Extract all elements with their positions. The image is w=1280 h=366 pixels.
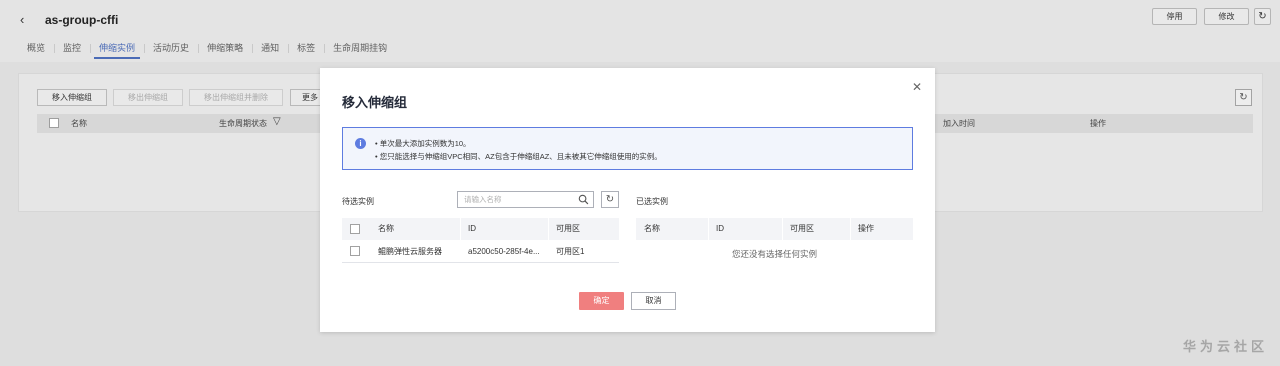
tab-monitoring[interactable]: 监控 — [54, 38, 90, 60]
tab-activity-history[interactable]: 活动历史 — [144, 38, 198, 60]
dialog-refresh-icon[interactable]: ↻ — [601, 191, 619, 208]
empty-message: 您还没有选择任何实例 — [731, 249, 817, 259]
dialog-title: 移入伸缩组 — [342, 95, 408, 110]
tab-instances[interactable]: 伸缩实例 — [90, 38, 144, 60]
info-line-1: 单次最大添加实例数为10。 — [375, 138, 471, 149]
available-instances-table: 名称 ID 可用区 鲲鹏弹性云服务器 a5200c50-285f-4e... 可… — [342, 218, 619, 263]
available-instances-label: 待选实例 — [342, 197, 374, 206]
add-to-group-dialog: 移入伸缩组 ✕ i 单次最大添加实例数为10。 您只能选择与伸缩组VPC相同、A… — [320, 68, 935, 332]
column-id: ID — [468, 224, 476, 233]
panel-refresh-icon[interactable]: ↻ — [1235, 89, 1252, 106]
cancel-button[interactable]: 取消 — [631, 292, 676, 310]
confirm-button[interactable]: 确定 — [579, 292, 624, 310]
search-box — [457, 191, 594, 208]
select-all-checkbox[interactable] — [49, 118, 59, 128]
selected-instances-table: 名称 ID 可用区 操作 您还没有选择任何实例 — [636, 218, 913, 259]
column-az: 可用区 — [556, 224, 580, 233]
column-lifecycle: 生命周期状态 — [219, 119, 267, 128]
add-to-group-button[interactable]: 移入伸缩组 — [37, 89, 107, 106]
tab-tags[interactable]: 标签 — [288, 38, 324, 60]
instance-id: a5200c50-285f-4e... — [468, 247, 540, 256]
column-name: 名称 — [378, 224, 394, 233]
back-arrow-icon[interactable]: ‹ — [20, 13, 32, 27]
column-action: 操作 — [1090, 119, 1106, 128]
tab-scaling-policies[interactable]: 伸缩策略 — [198, 38, 252, 60]
select-all-checkbox[interactable] — [350, 224, 360, 234]
remove-from-group-button: 移出伸缩组 — [113, 89, 183, 106]
table-header: 名称 ID 可用区 — [342, 218, 619, 240]
refresh-icon[interactable]: ↻ — [1254, 8, 1271, 25]
stop-button[interactable]: 停用 — [1152, 8, 1197, 25]
info-icon: i — [355, 138, 366, 149]
column-action: 操作 — [858, 224, 874, 233]
tab-overview[interactable]: 概览 — [18, 38, 54, 60]
column-name: 名称 — [644, 224, 660, 233]
filter-icon[interactable]: ▽ — [273, 116, 281, 127]
search-icon[interactable] — [578, 194, 589, 205]
selected-instances-label: 已选实例 — [636, 197, 668, 206]
column-join-time: 加入时间 — [943, 119, 975, 128]
edit-button[interactable]: 修改 — [1204, 8, 1249, 25]
table-header: 名称 ID 可用区 操作 — [636, 218, 913, 240]
column-name: 名称 — [71, 119, 87, 128]
tab-notifications[interactable]: 通知 — [252, 38, 288, 60]
row-checkbox[interactable] — [350, 246, 360, 256]
close-icon[interactable]: ✕ — [912, 80, 922, 94]
watermark: 华为云社区 — [1182, 339, 1268, 354]
info-alert: i 单次最大添加实例数为10。 您只能选择与伸缩组VPC相同、AZ包含于伸缩组A… — [342, 127, 913, 170]
tab-bar: 概览 监控 伸缩实例 活动历史 伸缩策略 通知 标签 生命周期挂钩 — [18, 38, 396, 60]
column-id: ID — [716, 224, 724, 233]
tab-lifecycle-hooks[interactable]: 生命周期挂钩 — [324, 38, 396, 60]
table-row[interactable]: 鲲鹏弹性云服务器 a5200c50-285f-4e... 可用区1 — [342, 240, 619, 263]
page-title: as-group-cffi — [45, 13, 119, 27]
header-bar: ‹ as-group-cffi 停用 修改 ↻ 概览 监控 伸缩实例 活动历史 … — [0, 0, 1280, 62]
instance-name: 鲲鹏弹性云服务器 — [378, 247, 442, 256]
info-line-2: 您只能选择与伸缩组VPC相同、AZ包含于伸缩组AZ、且未被其它伸缩组使用的实例。 — [375, 151, 662, 162]
search-input[interactable] — [464, 192, 574, 207]
remove-and-delete-button: 移出伸缩组并删除 — [189, 89, 283, 106]
column-az: 可用区 — [790, 224, 814, 233]
instance-az: 可用区1 — [556, 247, 585, 256]
